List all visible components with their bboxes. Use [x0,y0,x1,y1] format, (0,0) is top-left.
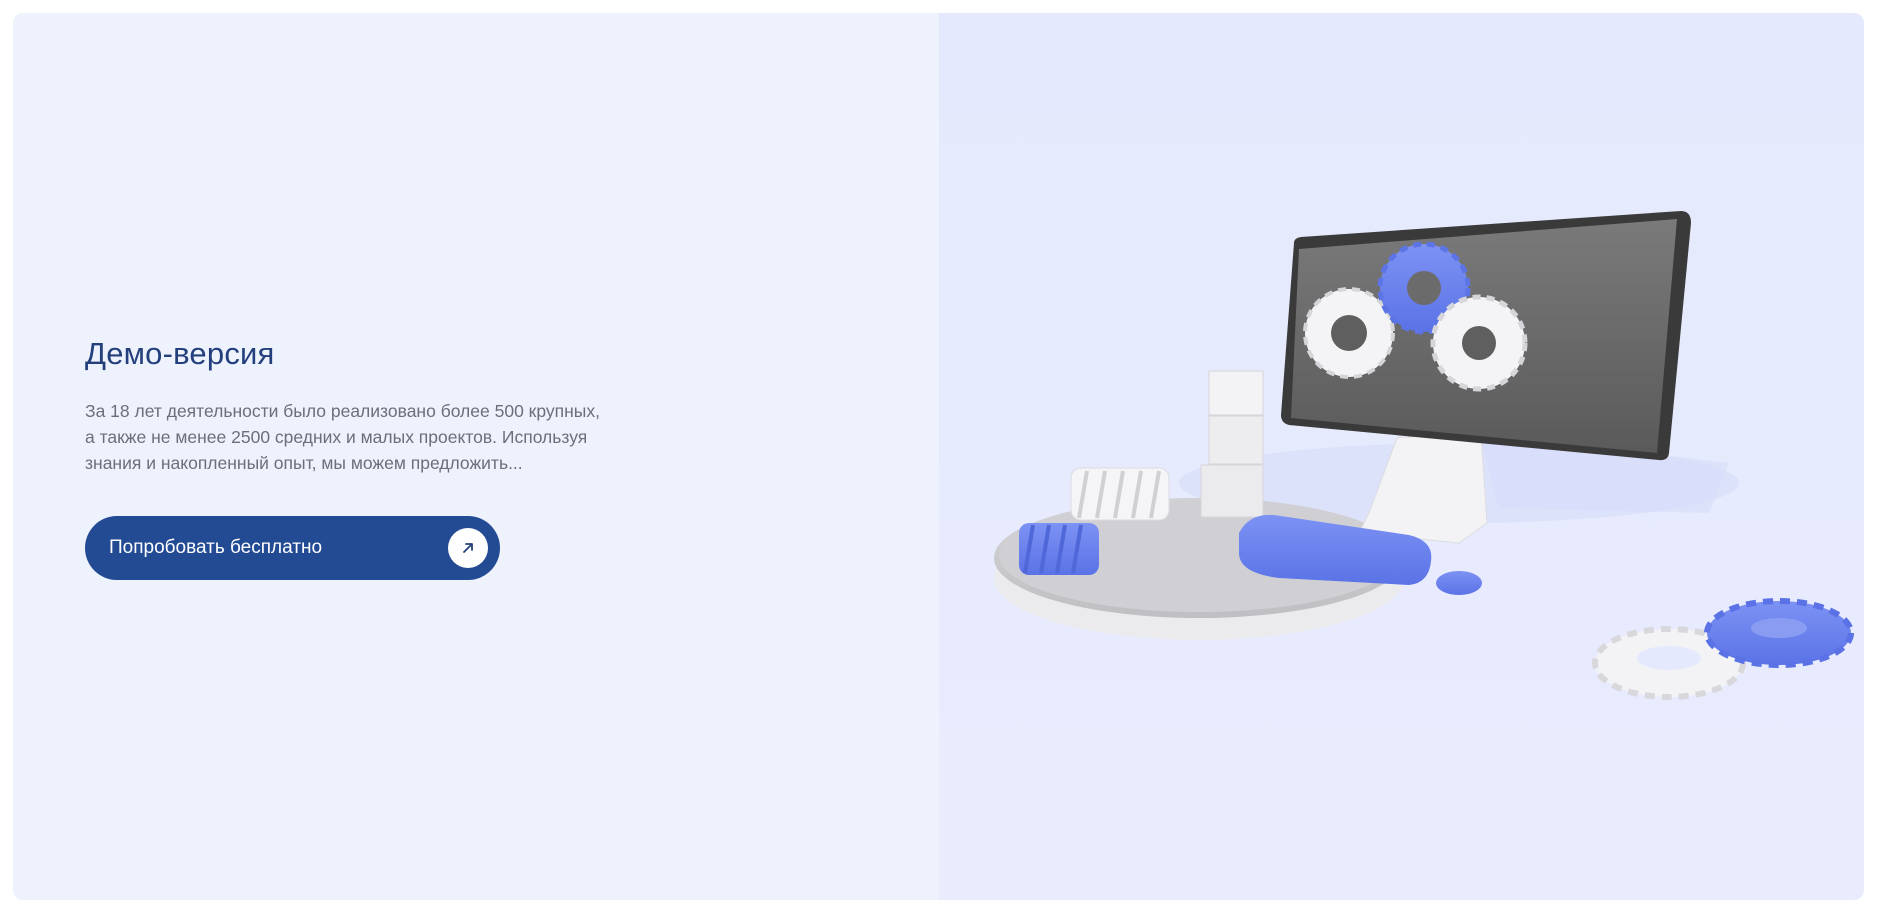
description-line: знания и накопленный опыт, мы можем пред… [85,453,523,473]
computer-gears-illustration [994,211,1854,700]
gear-icon [1704,598,1854,668]
illustration-panel [939,13,1864,900]
promo-panel: Демо-версия За 18 лет деятельности было … [13,13,939,900]
gear-icon [1430,294,1528,392]
demo-card: Демо-версия За 18 лет деятельности было … [13,13,1864,900]
arrow-up-right-icon [448,528,488,568]
gear-icon [1019,523,1099,575]
mouse [1436,571,1482,595]
gear-icon [1070,467,1170,521]
promo-description: За 18 лет деятельности было реализовано … [85,398,645,476]
description-line: а также не менее 2500 средних и малых пр… [85,427,588,447]
page-title: Демо-версия [85,336,275,371]
gear-icon [1303,287,1395,379]
try-free-button[interactable]: Попробовать бесплатно [85,516,500,580]
stacked-cubes [1200,370,1264,518]
description-line: За 18 лет деятельности было реализовано … [85,401,600,421]
try-free-button-label: Попробовать бесплатно [109,537,323,558]
